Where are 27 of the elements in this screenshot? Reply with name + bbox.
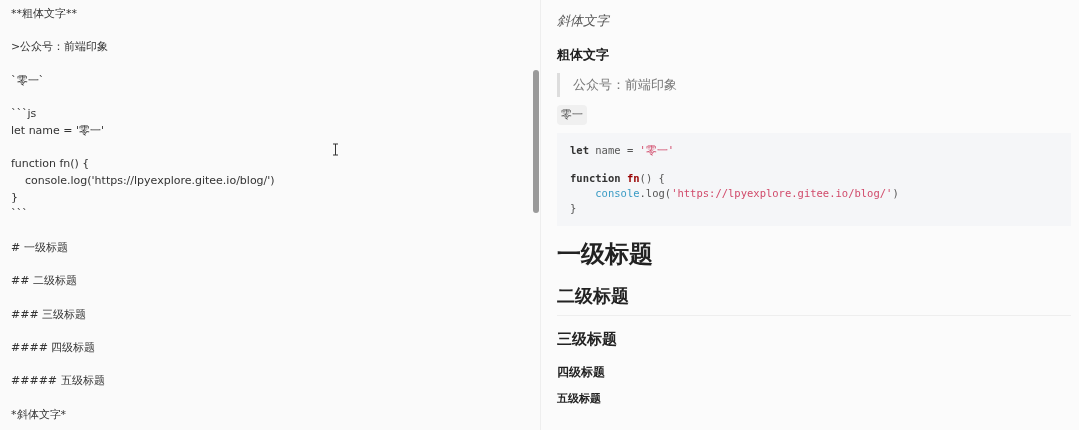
editor-line[interactable]: *斜体文字*	[11, 406, 66, 424]
editor-line[interactable]: ```js	[11, 106, 37, 123]
editor-line[interactable]: # 一级标题	[11, 239, 68, 257]
editor-line[interactable]: function fn() {	[11, 156, 90, 173]
editor-line[interactable]: console.log('https://lpyexplore.gitee.io/blog/')	[11, 172, 275, 190]
editor-line[interactable]: let name = '零一'	[11, 122, 105, 140]
code-block: let name = '零一' function fn() { console.log('https://lpyexplore.gitee.io/blog/') }	[557, 133, 1071, 226]
editor-line[interactable]: }	[11, 189, 18, 207]
heading: 二级标题	[557, 282, 1071, 316]
italic-text: 斜体文字	[557, 12, 609, 30]
heading: 三级标题	[557, 329, 617, 350]
text-cursor-icon	[332, 143, 339, 156]
editor-line[interactable]: `零一`	[11, 72, 44, 90]
scrollbar[interactable]	[533, 70, 539, 213]
editor-line[interactable]: #### 四级标题	[11, 339, 96, 357]
editor-line[interactable]: ### 三级标题	[11, 306, 87, 324]
editor-line[interactable]: >公众号：前端印象	[11, 39, 109, 57]
bold-text: 粗体文字	[557, 45, 609, 64]
heading: 五级标题	[557, 390, 601, 407]
blockquote: 公众号：前端印象	[557, 73, 677, 97]
editor-line[interactable]: **粗体文字**	[11, 6, 77, 23]
heading: 一级标题	[557, 239, 653, 270]
editor-line[interactable]: ##### 五级标题	[11, 373, 105, 391]
editor-line[interactable]: ```	[11, 206, 28, 224]
inline-code: 零一	[557, 104, 587, 125]
editor-line[interactable]: ## 二级标题	[11, 273, 77, 290]
heading: 四级标题	[557, 363, 605, 381]
